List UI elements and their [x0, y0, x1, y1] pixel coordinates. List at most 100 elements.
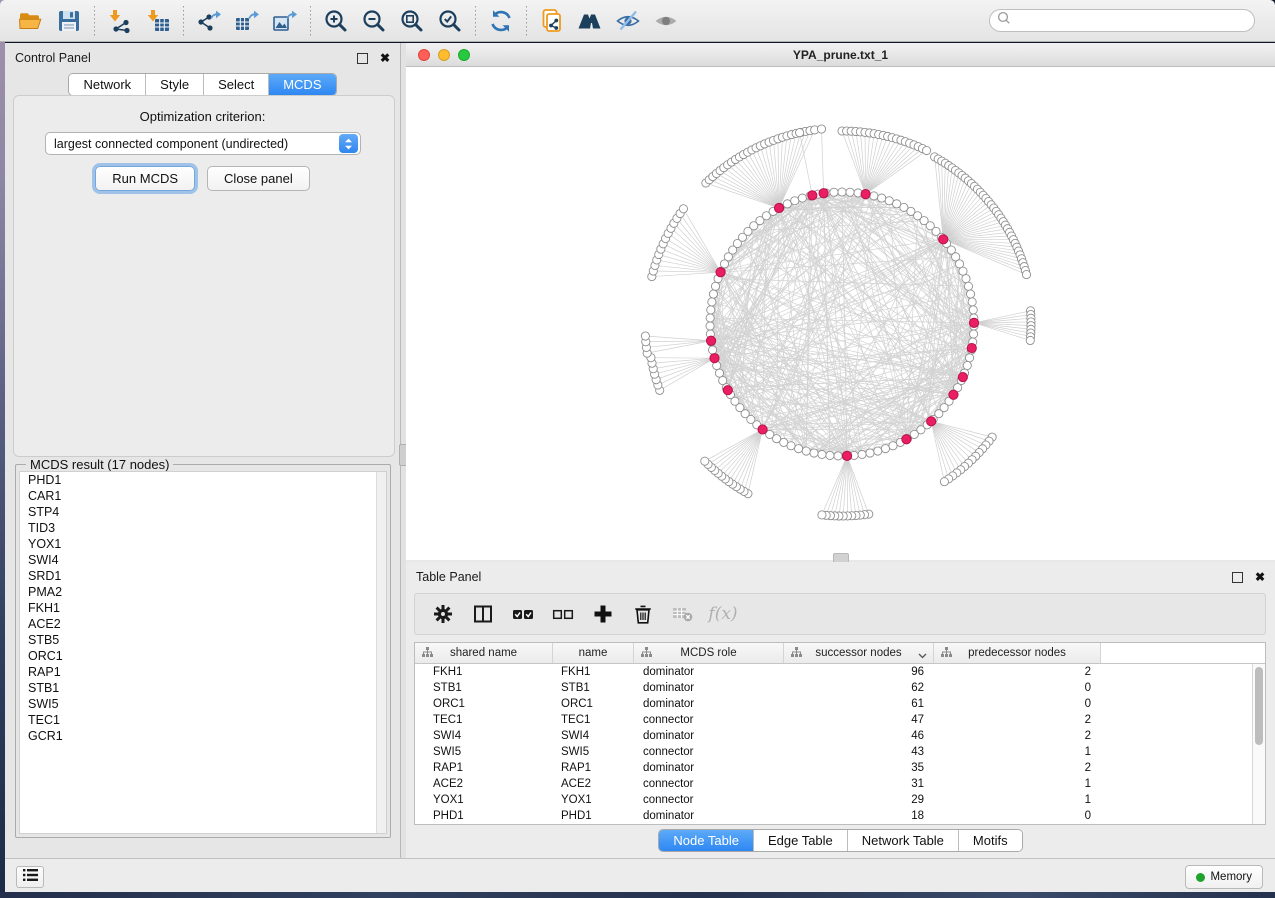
open-file-icon[interactable] [12, 5, 50, 37]
cell-name[interactable]: YOX1 [553, 794, 634, 806]
delete-row-icon[interactable] [631, 602, 655, 626]
cell-name[interactable]: RAP1 [553, 762, 634, 774]
cell-mcds-role[interactable]: dominator [634, 666, 784, 678]
network-window-titlebar[interactable]: YPA_prune.txt_1 [406, 43, 1275, 67]
mcds-result-item[interactable]: RAP1 [20, 664, 386, 680]
cell-predecessor-nodes[interactable]: 1 [934, 778, 1101, 790]
table-row[interactable]: ORC1ORC1dominator610 [415, 696, 1265, 712]
search-input[interactable] [1011, 14, 1254, 28]
close-panel-button[interactable]: Close panel [207, 166, 310, 191]
table-row[interactable]: RAP1RAP1dominator352 [415, 760, 1265, 776]
table-scrollbar-thumb[interactable] [1255, 667, 1263, 745]
mcds-result-item[interactable]: PMA2 [20, 584, 386, 600]
cell-mcds-role[interactable]: connector [634, 714, 784, 726]
save-icon[interactable] [50, 5, 88, 37]
table-row[interactable]: TEC1TEC1connector472 [415, 712, 1265, 728]
mcds-result-item[interactable]: ACE2 [20, 616, 386, 632]
cell-name[interactable]: ACE2 [553, 778, 634, 790]
column-view-icon[interactable] [471, 602, 495, 626]
mcds-result-item[interactable]: PHD1 [20, 472, 386, 488]
cell-mcds-role[interactable]: dominator [634, 762, 784, 774]
tab-node-table[interactable]: Node Table [659, 830, 754, 851]
cell-shared-name[interactable]: FKH1 [415, 666, 553, 678]
cell-mcds-role[interactable]: dominator [634, 682, 784, 694]
table-row[interactable]: SWI5SWI5connector431 [415, 744, 1265, 760]
cell-predecessor-nodes[interactable]: 1 [934, 746, 1101, 758]
tab-network[interactable]: Network [69, 74, 146, 95]
float-table-panel-icon[interactable] [1232, 572, 1243, 583]
cell-successor-nodes[interactable]: 96 [784, 666, 934, 678]
column-header-name[interactable]: name [553, 643, 634, 663]
tab-style[interactable]: Style [146, 74, 204, 95]
deselect-all-icon[interactable] [551, 602, 575, 626]
cell-mcds-role[interactable]: connector [634, 778, 784, 790]
cell-mcds-role[interactable]: connector [634, 746, 784, 758]
import-table-icon[interactable] [139, 5, 177, 37]
column-header-predecessor-nodes[interactable]: predecessor nodes [934, 643, 1101, 663]
add-row-icon[interactable] [591, 602, 615, 626]
cell-name[interactable]: PHD1 [553, 810, 634, 822]
cell-successor-nodes[interactable]: 43 [784, 746, 934, 758]
export-table-icon[interactable] [228, 5, 266, 37]
mcds-list-scrollbar[interactable] [376, 472, 386, 833]
mcds-result-item[interactable]: STB1 [20, 680, 386, 696]
table-row[interactable]: YOX1YOX1connector291 [415, 792, 1265, 808]
mcds-result-item[interactable]: TEC1 [20, 712, 386, 728]
cell-successor-nodes[interactable]: 47 [784, 714, 934, 726]
task-history-button[interactable] [16, 866, 44, 888]
table-row[interactable]: PHD1PHD1dominator180 [415, 808, 1265, 824]
tab-select[interactable]: Select [204, 74, 269, 95]
settings-icon[interactable] [431, 602, 455, 626]
export-image-icon[interactable] [266, 5, 304, 37]
table-row[interactable]: ACE2ACE2connector311 [415, 776, 1265, 792]
cell-name[interactable]: FKH1 [553, 666, 634, 678]
mcds-result-item[interactable]: SWI5 [20, 696, 386, 712]
select-all-icon[interactable] [511, 602, 535, 626]
cell-predecessor-nodes[interactable]: 1 [934, 794, 1101, 806]
cell-name[interactable]: ORC1 [553, 698, 634, 710]
tab-network-table[interactable]: Network Table [848, 830, 959, 851]
mcds-result-item[interactable]: TID3 [20, 520, 386, 536]
mcds-result-item[interactable]: CAR1 [20, 488, 386, 504]
cell-shared-name[interactable]: YOX1 [415, 794, 553, 806]
zoom-fit-icon[interactable] [393, 5, 431, 37]
cell-shared-name[interactable]: SWI4 [415, 730, 553, 742]
table-scrollbar[interactable] [1252, 664, 1265, 824]
tab-motifs[interactable]: Motifs [959, 830, 1022, 851]
cell-shared-name[interactable]: STB1 [415, 682, 553, 694]
network-graph[interactable] [406, 67, 1275, 561]
eye-icon[interactable] [647, 5, 685, 37]
table-row[interactable]: STB1STB1dominator620 [415, 680, 1265, 696]
cell-shared-name[interactable]: ACE2 [415, 778, 553, 790]
mcds-result-item[interactable]: STP4 [20, 504, 386, 520]
float-panel-icon[interactable] [357, 53, 368, 64]
cell-predecessor-nodes[interactable]: 2 [934, 714, 1101, 726]
mcds-result-item[interactable]: SWI4 [20, 552, 386, 568]
cell-name[interactable]: STB1 [553, 682, 634, 694]
cell-successor-nodes[interactable]: 18 [784, 810, 934, 822]
close-table-panel-icon[interactable]: ✖ [1255, 573, 1265, 582]
column-header-shared-name[interactable]: shared name [415, 643, 553, 663]
cell-name[interactable]: SWI4 [553, 730, 634, 742]
cell-successor-nodes[interactable]: 31 [784, 778, 934, 790]
cell-successor-nodes[interactable]: 35 [784, 762, 934, 774]
mcds-result-item[interactable]: SRD1 [20, 568, 386, 584]
tab-edge-table[interactable]: Edge Table [754, 830, 848, 851]
cell-shared-name[interactable]: ORC1 [415, 698, 553, 710]
table-row[interactable]: FKH1FKH1dominator962 [415, 664, 1265, 680]
cell-successor-nodes[interactable]: 29 [784, 794, 934, 806]
mcds-result-item[interactable]: YOX1 [20, 536, 386, 552]
cell-mcds-role[interactable]: connector [634, 794, 784, 806]
cell-name[interactable]: TEC1 [553, 714, 634, 726]
mcds-result-item[interactable]: GCR1 [20, 728, 386, 744]
network-canvas[interactable] [406, 67, 1275, 561]
close-panel-icon[interactable]: ✖ [380, 54, 390, 63]
cell-successor-nodes[interactable]: 61 [784, 698, 934, 710]
optimization-criterion-select[interactable]: largest connected component (undirected) [45, 132, 361, 155]
zoom-in-icon[interactable] [317, 5, 355, 37]
cell-predecessor-nodes[interactable]: 0 [934, 682, 1101, 694]
cell-predecessor-nodes[interactable]: 2 [934, 666, 1101, 678]
run-mcds-button[interactable]: Run MCDS [95, 166, 195, 191]
cell-predecessor-nodes[interactable]: 2 [934, 762, 1101, 774]
cell-predecessor-nodes[interactable]: 0 [934, 810, 1101, 822]
